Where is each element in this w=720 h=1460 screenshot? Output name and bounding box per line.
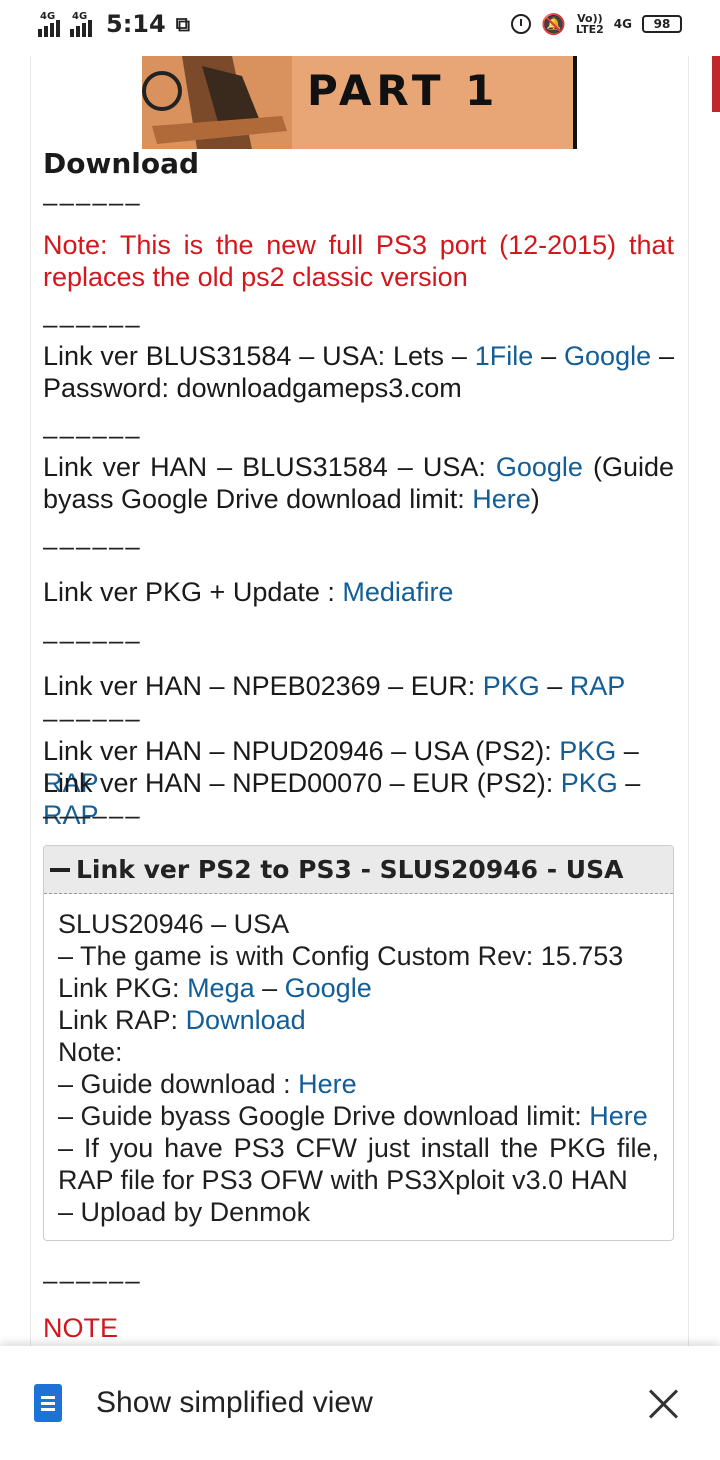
close-icon[interactable] <box>648 1388 680 1420</box>
divider: –––––– <box>43 187 142 217</box>
link-blus31584: Link ver BLUS31584 – USA: Lets – 1File –… <box>43 341 674 403</box>
banner-art <box>142 56 292 149</box>
link-rap-line: Link RAP: Download <box>58 1005 306 1035</box>
link-google[interactable]: Google <box>564 341 651 371</box>
link-pkg[interactable]: PKG <box>483 671 540 701</box>
divider: –––––– <box>43 420 142 450</box>
link-mega[interactable]: Mega <box>187 973 255 1003</box>
divider: –––––– <box>43 1265 142 1295</box>
collapse-icon <box>50 867 70 872</box>
note-heading: NOTE <box>43 1313 119 1343</box>
spoiler-line: – The game is with Config Custom Rev: 15… <box>58 941 624 971</box>
divider: –––––– <box>43 531 142 561</box>
spoiler-line: SLUS20946 – USA <box>58 909 290 939</box>
show-simplified-view-button[interactable]: Show simplified view <box>96 1386 373 1420</box>
network-4g-icon: 4G <box>613 17 632 31</box>
simplified-view-bar: Show simplified view <box>0 1346 720 1460</box>
link-han-npeb02369: Link ver HAN – NPEB02369 – EUR: PKG – RA… <box>43 671 626 701</box>
divider: –––––– <box>43 625 142 655</box>
link-pkg[interactable]: PKG <box>561 768 618 798</box>
link-here[interactable]: Here <box>472 484 531 514</box>
link-google[interactable]: Google <box>496 452 583 482</box>
port-note: Note: This is the new full PS3 port (12-… <box>43 230 674 292</box>
status-bar: 4G 4G 5:14 ⧉ 🔕 Vo)) LTE2 4G 98 <box>0 0 720 56</box>
divider: –––––– <box>43 800 142 830</box>
upload-credit: – Upload by Denmok <box>58 1197 311 1227</box>
link-google[interactable]: Google <box>285 973 372 1003</box>
spoiler-box: Link ver PS2 to PS3 - SLUS20946 - USA SL… <box>43 845 674 1241</box>
link-mediafire[interactable]: Mediafire <box>342 577 453 607</box>
link-pkg[interactable]: PKG <box>559 736 616 766</box>
link-han-blus31584: Link ver HAN – BLUS31584 – USA: Google (… <box>43 452 674 514</box>
battery-icon: 98 <box>642 15 682 33</box>
document-icon <box>34 1384 62 1422</box>
banner-title: PART 1 <box>307 66 500 115</box>
side-marker <box>712 56 720 112</box>
spoiler-toggle[interactable]: Link ver PS2 to PS3 - SLUS20946 - USA <box>44 846 673 894</box>
link-rap[interactable]: RAP <box>570 671 626 701</box>
volte-indicator: Vo)) LTE2 <box>575 12 604 36</box>
spoiler-note: Note: <box>58 1037 123 1067</box>
spoiler-title: Link ver PS2 to PS3 - SLUS20946 - USA <box>76 855 624 884</box>
link-pkg-update: Link ver PKG + Update : Mediafire <box>43 577 454 607</box>
alarm-icon <box>511 14 532 34</box>
link-pkg-line: Link PKG: Mega – Google <box>58 973 372 1003</box>
link-here[interactable]: Here <box>589 1101 648 1131</box>
screenshot-icon: ⧉ <box>175 12 190 36</box>
part-banner-image: PART 1 <box>142 56 577 149</box>
spoiler-body: SLUS20946 – USA – The game is with Confi… <box>44 894 673 1228</box>
mute-bell-icon: 🔕 <box>541 12 566 36</box>
guide-byass-line: – Guide byass Google Drive download limi… <box>58 1101 648 1131</box>
download-heading: Download <box>43 147 200 180</box>
link-here[interactable]: Here <box>298 1069 357 1099</box>
page-edge-left <box>30 56 31 1346</box>
link-1file[interactable]: 1File <box>475 341 534 371</box>
divider: –––––– <box>43 703 142 733</box>
divider: –––––– <box>43 309 142 339</box>
signal-icon-2: 4G <box>70 11 94 37</box>
article-content: PART 1 Download –––––– Note: This is the… <box>0 56 720 1346</box>
page-edge-right <box>688 56 689 1346</box>
guide-download-line: – Guide download : Here <box>58 1069 357 1099</box>
cfw-instruction: – If you have PS3 CFW just install the P… <box>58 1133 659 1195</box>
signal-icon: 4G <box>38 11 62 37</box>
clock: 5:14 <box>106 10 166 38</box>
link-download[interactable]: Download <box>186 1005 306 1035</box>
